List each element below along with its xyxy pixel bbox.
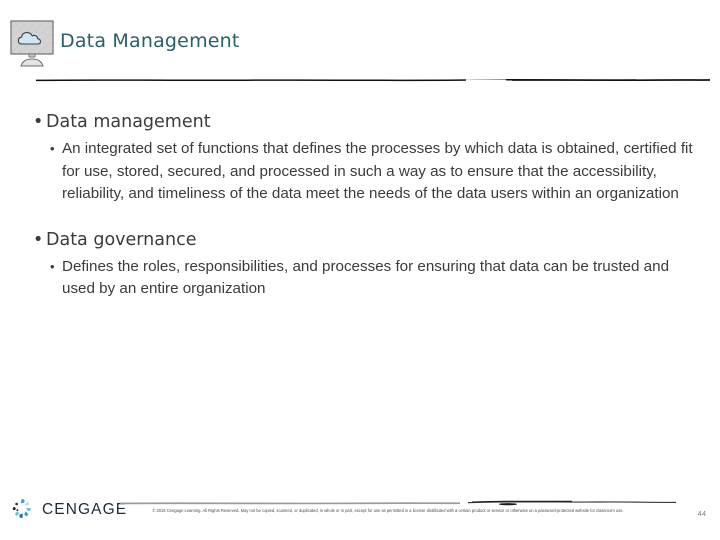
header-divider bbox=[35, 70, 711, 82]
slide: Data Management • Data management • An i… bbox=[0, 0, 720, 540]
bullet-level1: • Data management bbox=[0, 110, 720, 134]
bullet-text: An integrated set of functions that defi… bbox=[62, 140, 693, 202]
slide-header: Data Management bbox=[0, 0, 720, 82]
bullet-glyph: • bbox=[50, 258, 55, 274]
slide-body: • Data management • An integrated set of… bbox=[0, 110, 720, 301]
cengage-wordmark: CENGAGE bbox=[42, 501, 128, 518]
bullet-glyph: • bbox=[33, 112, 44, 132]
bullet-glyph: • bbox=[33, 229, 44, 250]
cloud-monitor-icon bbox=[8, 17, 60, 69]
page-number: 44 bbox=[697, 509, 706, 518]
bullet-text: Defines the roles, responsibilities, and… bbox=[62, 257, 670, 298]
bullet-text: Data governance bbox=[46, 229, 197, 250]
slide-footer: CENGAGE © 2019 Cengage Learning. All Rig… bbox=[0, 490, 720, 540]
bullet-glyph: • bbox=[50, 141, 55, 156]
page-title: Data Management bbox=[60, 30, 240, 52]
copyright-notice: © 2019 Cengage Learning. All Rights Rese… bbox=[152, 508, 624, 513]
cengage-logo: CENGAGE bbox=[10, 497, 127, 523]
bullet-level1: • Data governance bbox=[0, 228, 720, 252]
bullet-level2: • Defines the roles, responsibilities, a… bbox=[0, 256, 720, 301]
bullet-level2: • An integrated set of functions that de… bbox=[0, 138, 720, 206]
footer-divider bbox=[119, 494, 680, 506]
bullet-text: Data management bbox=[46, 112, 211, 132]
cengage-swirl-icon bbox=[10, 497, 36, 523]
